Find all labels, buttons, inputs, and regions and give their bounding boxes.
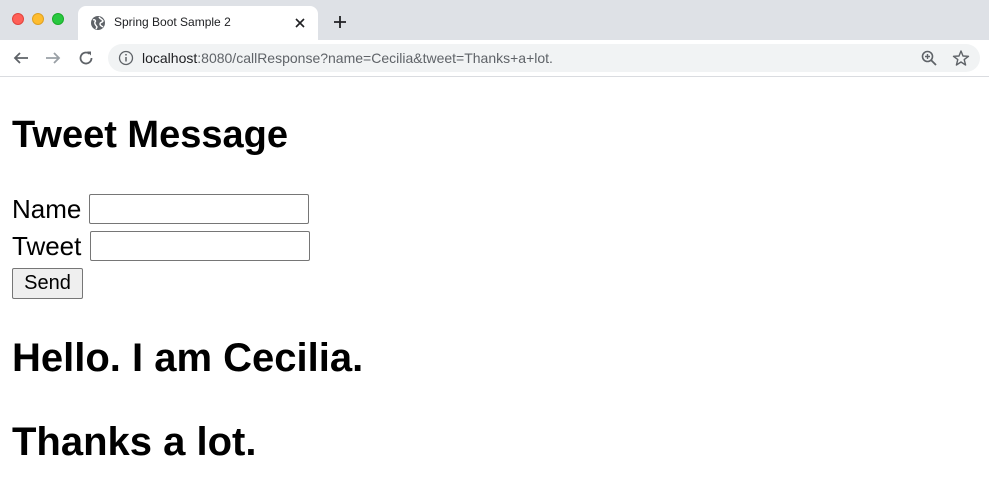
zoom-icon[interactable] <box>920 49 938 67</box>
greeting-heading: Hello. I am Cecilia. <box>12 336 364 380</box>
tweet-label: Tweet <box>12 231 82 261</box>
window-close-button[interactable] <box>12 13 24 25</box>
arrow-right-icon[interactable] <box>44 49 62 67</box>
tab-strip: Spring Boot Sample 2 <box>0 0 989 40</box>
name-label: Name <box>12 194 82 224</box>
page-content: Tweet Message Name Tweet Send Hello. I a… <box>0 77 989 484</box>
browser-tab[interactable]: Spring Boot Sample 2 <box>78 6 318 40</box>
globe-icon <box>90 15 106 31</box>
page-title: Tweet Message <box>12 114 288 156</box>
tab-title: Spring Boot Sample 2 <box>114 15 231 29</box>
close-icon[interactable] <box>292 15 308 31</box>
name-input[interactable] <box>89 194 309 224</box>
arrow-left-icon[interactable] <box>12 49 30 67</box>
tweet-heading: Thanks a lot. <box>12 420 257 464</box>
info-icon[interactable] <box>118 50 134 66</box>
send-button[interactable]: Send <box>12 268 83 299</box>
address-bar[interactable]: localhost:8080/callResponse?name=Cecilia… <box>108 44 980 72</box>
window-minimize-button[interactable] <box>32 13 44 25</box>
reload-icon[interactable] <box>77 49 95 67</box>
star-icon[interactable] <box>952 49 970 67</box>
plus-icon[interactable] <box>331 13 349 31</box>
url-text[interactable]: localhost:8080/callResponse?name=Cecilia… <box>142 50 553 66</box>
window-maximize-button[interactable] <box>52 13 64 25</box>
url-host: localhost <box>142 50 198 66</box>
url-path: :8080/callResponse?name=Cecilia&tweet=Th… <box>197 50 553 66</box>
browser-toolbar: localhost:8080/callResponse?name=Cecilia… <box>0 40 989 77</box>
tweet-input[interactable] <box>90 231 310 261</box>
